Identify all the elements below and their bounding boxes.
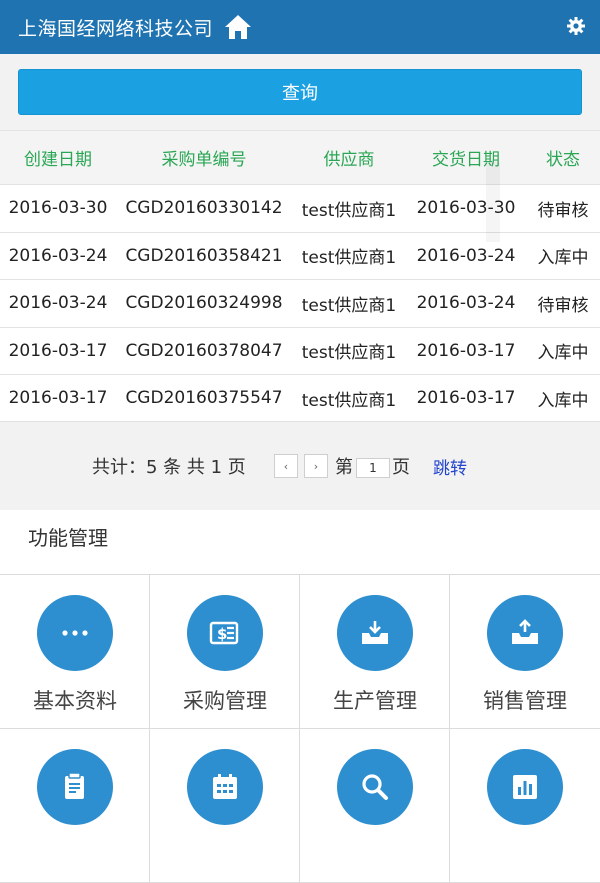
column-header-delivery-date[interactable]: 交货日期 (406, 145, 526, 170)
function-item-6[interactable] (150, 729, 300, 883)
cell-order-number: CGD20160358421 (125, 245, 283, 266)
table-row[interactable]: 2016-03-24 CGD20160358421 test供应商1 2016-… (0, 231, 600, 279)
function-sales[interactable]: 销售管理 (450, 575, 600, 729)
app-title: 上海国经网络科技公司 (18, 17, 214, 40)
function-grid: 基本资料 $ 采购管理 生产管理 销售管理 (0, 574, 600, 883)
function-item-5[interactable] (0, 729, 150, 883)
document-edit-icon (37, 749, 113, 825)
table-row[interactable]: 2016-03-17 CGD20160375547 test供应商1 2016-… (0, 374, 600, 422)
function-item-7[interactable] (300, 729, 450, 883)
query-button[interactable]: 查询 (18, 69, 582, 115)
cell-created-date: 2016-03-24 (8, 293, 108, 314)
cell-supplier: test供应商1 (301, 295, 397, 316)
table-row[interactable]: 2016-03-30 CGD20160330142 test供应商1 2016-… (0, 184, 600, 232)
page-suffix-label: 页 (392, 457, 410, 478)
column-header-status[interactable]: 状态 (526, 145, 600, 170)
cell-status: 入库中 (537, 248, 589, 269)
page-prefix-label: 第 (335, 457, 353, 478)
bar-chart-icon (487, 749, 563, 825)
more-dots-icon (37, 595, 113, 671)
cell-order-number: CGD20160330142 (125, 198, 283, 219)
cell-delivery-date: 2016-03-24 (416, 293, 516, 314)
column-header-order-number[interactable]: 采购单编号 (116, 145, 292, 170)
home-icon[interactable] (223, 11, 255, 43)
cell-status: 入库中 (537, 390, 589, 411)
function-label: 生产管理 (333, 689, 417, 713)
app-header: 上海国经网络科技公司 (0, 0, 600, 54)
cell-supplier: test供应商1 (301, 200, 397, 221)
tray-in-icon (337, 595, 413, 671)
function-label: 采购管理 (183, 689, 267, 713)
cell-created-date: 2016-03-30 (8, 198, 108, 219)
cell-status: 入库中 (537, 343, 589, 364)
function-label: 销售管理 (483, 689, 567, 713)
tray-out-icon (487, 595, 563, 671)
function-purchase[interactable]: $ 采购管理 (150, 575, 300, 729)
cell-delivery-date: 2016-03-17 (416, 388, 516, 409)
cell-status: 待审核 (537, 295, 589, 316)
cell-order-number: CGD20160375547 (125, 388, 283, 409)
pagination: 共计：5 条 共 1 页 ‹ › 第 页 跳转 (0, 421, 600, 510)
cell-delivery-date: 2016-03-24 (416, 245, 516, 266)
purchase-order-table: 创建日期 采购单编号 供应商 交货日期 状态 2016-03-30 CGD201… (0, 130, 600, 422)
jump-link[interactable]: 跳转 (433, 454, 467, 479)
function-item-8[interactable] (450, 729, 600, 883)
cell-delivery-date: 2016-03-17 (416, 340, 516, 361)
cell-supplier: test供应商1 (301, 390, 397, 411)
svg-text:$: $ (217, 625, 227, 643)
cell-order-number: CGD20160324998 (125, 293, 283, 314)
table-row[interactable]: 2016-03-17 CGD20160378047 test供应商1 2016-… (0, 326, 600, 374)
cell-created-date: 2016-03-17 (8, 388, 108, 409)
cell-status: 待审核 (537, 200, 589, 221)
next-page-button[interactable]: › (304, 454, 328, 478)
cell-created-date: 2016-03-24 (8, 245, 108, 266)
function-production[interactable]: 生产管理 (300, 575, 450, 729)
prev-page-button[interactable]: ‹ (274, 454, 298, 478)
table-row[interactable]: 2016-03-24 CGD20160324998 test供应商1 2016-… (0, 279, 600, 327)
purchase-bill-icon: $ (187, 595, 263, 671)
table-header-row: 创建日期 采购单编号 供应商 交货日期 状态 (0, 130, 600, 184)
cell-created-date: 2016-03-17 (8, 340, 108, 361)
column-header-supplier[interactable]: 供应商 (292, 145, 406, 170)
search-icon (337, 749, 413, 825)
function-section-title: 功能管理 (28, 526, 108, 550)
query-bar: 查询 (0, 54, 600, 130)
gear-icon[interactable] (566, 16, 586, 36)
function-basic-info[interactable]: 基本资料 (0, 575, 150, 729)
total-count-text: 共计：5 条 共 1 页 (92, 457, 246, 478)
calendar-icon (187, 749, 263, 825)
column-header-created-date[interactable]: 创建日期 (0, 145, 116, 170)
function-label: 基本资料 (33, 689, 117, 713)
table-scrollbar[interactable] (486, 162, 500, 242)
cell-delivery-date: 2016-03-30 (416, 198, 516, 219)
cell-supplier: test供应商1 (301, 343, 397, 364)
page-number-input[interactable] (356, 458, 390, 478)
cell-supplier: test供应商1 (301, 248, 397, 269)
cell-order-number: CGD20160378047 (125, 340, 283, 361)
